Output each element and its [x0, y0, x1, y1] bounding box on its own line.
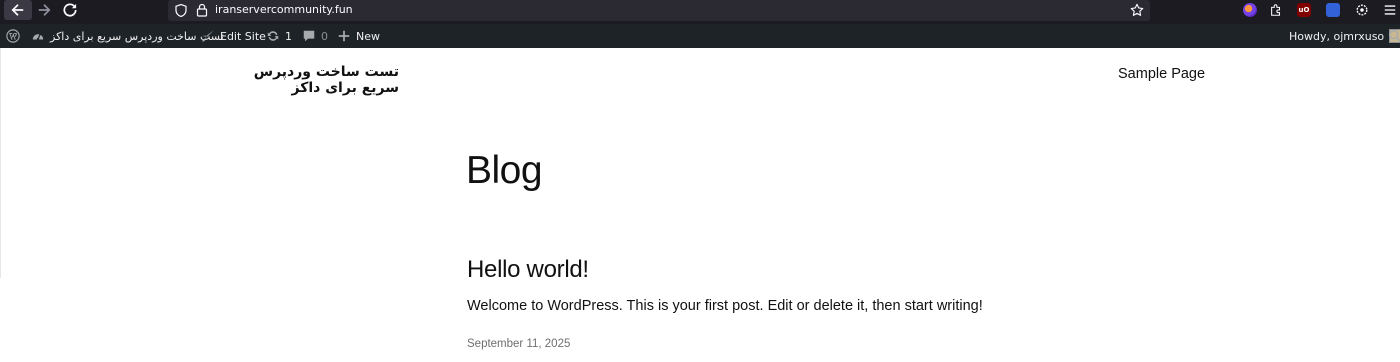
- site-name-menu[interactable]: تست ساخت وردپرس سریع برای داکز: [31, 24, 224, 48]
- edit-site-label: Edit Site: [220, 29, 266, 43]
- comment-bubble-icon: [303, 30, 315, 42]
- brush-icon: [202, 30, 214, 42]
- comments-count: 0: [321, 29, 328, 43]
- extension-gear-icon[interactable]: [1355, 3, 1369, 17]
- bookmark-star-icon[interactable]: [1130, 3, 1144, 17]
- post-date[interactable]: September 11, 2025: [467, 338, 570, 350]
- plus-icon: [338, 30, 350, 42]
- divider: [0, 48, 1, 278]
- search-icon: [1389, 30, 1400, 43]
- browser-toolbar: iranservercommunity.fun uO: [0, 0, 1400, 24]
- arrow-right-icon: [38, 4, 51, 16]
- my-account-menu[interactable]: Howdy, ojmrxuso: [1289, 24, 1400, 48]
- updates-count: 1: [285, 29, 292, 43]
- lock-icon[interactable]: [196, 3, 208, 17]
- updates-sync-icon: [267, 31, 279, 41]
- ublock-origin-icon[interactable]: uO: [1297, 3, 1311, 17]
- updates-link[interactable]: 1: [266, 24, 292, 48]
- bitwarden-icon[interactable]: [1326, 3, 1340, 17]
- nav-link-sample-page[interactable]: Sample Page: [1118, 66, 1205, 82]
- post-title-link[interactable]: Hello world!: [467, 256, 589, 284]
- page-title: Blog: [466, 149, 543, 192]
- wp-admin-bar: تست ساخت وردپرس سریع برای داکز Edit Site…: [0, 24, 1400, 48]
- admin-bar-search[interactable]: [1388, 24, 1400, 48]
- new-content-menu[interactable]: New: [337, 24, 380, 48]
- shield-icon[interactable]: [175, 4, 187, 17]
- dashboard-gauge-icon: [32, 33, 44, 41]
- new-label: New: [356, 29, 380, 43]
- arrow-left-icon: [11, 4, 24, 16]
- address-bar[interactable]: iranservercommunity.fun: [168, 0, 1150, 21]
- edit-site-link[interactable]: Edit Site: [201, 24, 266, 48]
- extensions-puzzle-icon[interactable]: [1269, 3, 1283, 17]
- comments-link[interactable]: 0: [302, 24, 328, 48]
- site-name-label: تست ساخت وردپرس سریع برای داکز: [50, 29, 224, 43]
- howdy-label: Howdy, ojmrxuso: [1289, 29, 1385, 43]
- hamburger-menu-icon[interactable]: [1383, 3, 1397, 17]
- post-excerpt: Welcome to WordPress. This is your first…: [467, 298, 983, 314]
- reload-button[interactable]: [56, 0, 84, 20]
- wordpress-logo-menu[interactable]: [6, 24, 20, 48]
- back-button[interactable]: [4, 0, 32, 20]
- wordpress-logo-icon: [6, 29, 20, 43]
- firefox-account-icon[interactable]: [1243, 3, 1257, 17]
- reload-icon: [63, 3, 77, 17]
- site-title-link[interactable]: تست ساخت وردپرس سریع برای داکز: [213, 64, 399, 96]
- forward-button[interactable]: [30, 0, 58, 20]
- url-text[interactable]: iranservercommunity.fun: [215, 3, 353, 16]
